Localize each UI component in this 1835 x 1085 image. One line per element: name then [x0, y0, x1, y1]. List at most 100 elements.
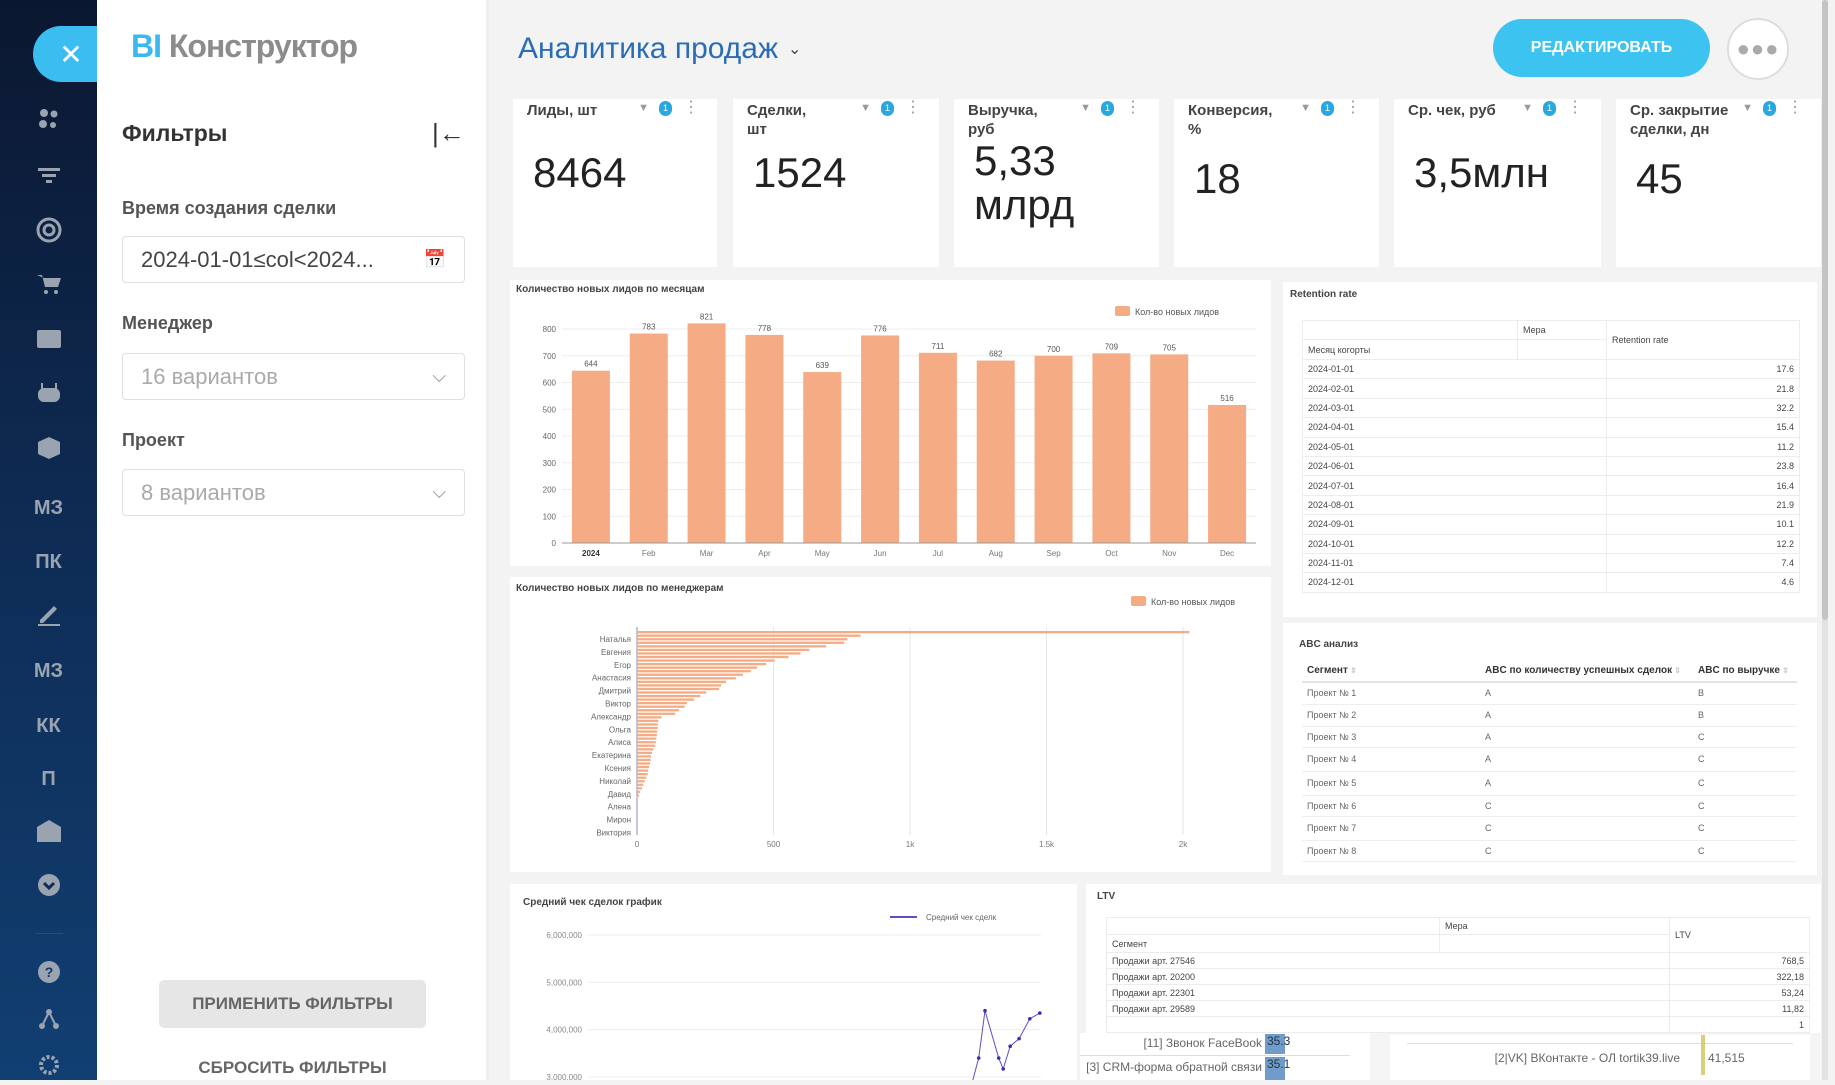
sidebar-item-15[interactable]: ?: [0, 958, 97, 992]
manager-select[interactable]: 16 вариантов⌵: [122, 353, 465, 400]
bar[interactable]: [637, 663, 766, 665]
bar[interactable]: [688, 323, 726, 543]
sidebar-item-11[interactable]: КК: [0, 709, 97, 743]
bar[interactable]: [637, 652, 801, 654]
bar[interactable]: [637, 635, 861, 637]
bar[interactable]: [637, 716, 662, 718]
bar[interactable]: [637, 631, 1189, 633]
bar[interactable]: [637, 741, 656, 743]
bar[interactable]: [572, 371, 610, 543]
bar[interactable]: [637, 784, 643, 786]
segment-header[interactable]: Сегмент: [1107, 935, 1440, 953]
filter-icon[interactable]: ▼: [1300, 102, 1311, 114]
bar[interactable]: [630, 334, 668, 543]
sidebar-item-12[interactable]: П: [0, 762, 97, 796]
kebab-menu-icon[interactable]: ⋮: [1345, 99, 1361, 117]
kebab-menu-icon[interactable]: ⋮: [905, 99, 921, 117]
data-point[interactable]: [983, 1009, 987, 1013]
bar[interactable]: [637, 706, 685, 708]
legend-label[interactable]: Средний чек сделк: [926, 913, 997, 922]
bar[interactable]: [861, 335, 899, 543]
sort-icon[interactable]: ⇕: [1348, 666, 1357, 675]
filter-icon[interactable]: ▼: [638, 102, 649, 114]
bar[interactable]: [637, 766, 649, 768]
bar[interactable]: [637, 638, 847, 640]
reset-filters-button[interactable]: СБРОСИТЬ ФИЛЬТРЫ: [159, 1058, 426, 1078]
bar[interactable]: [637, 656, 789, 658]
filter-icon[interactable]: ▼: [1080, 102, 1091, 114]
bar[interactable]: [637, 645, 826, 647]
bar[interactable]: [637, 691, 706, 693]
bar[interactable]: [637, 773, 648, 775]
bar[interactable]: [1150, 354, 1188, 543]
bar[interactable]: [637, 684, 721, 686]
bar[interactable]: [637, 659, 775, 661]
bar[interactable]: [1035, 356, 1073, 543]
sidebar-item-14[interactable]: [0, 871, 97, 905]
bar[interactable]: [637, 780, 645, 782]
filter-icon[interactable]: ▼: [860, 102, 871, 114]
project-select[interactable]: 8 вариантов⌵: [122, 469, 465, 516]
kebab-menu-icon[interactable]: ⋮: [1787, 99, 1803, 117]
data-point[interactable]: [997, 1056, 1001, 1060]
bar[interactable]: [637, 642, 844, 644]
bar[interactable]: [637, 759, 651, 761]
bar[interactable]: [977, 361, 1015, 543]
close-button[interactable]: ✕: [33, 26, 103, 82]
data-point[interactable]: [1008, 1044, 1012, 1048]
bar[interactable]: [637, 752, 652, 754]
bar[interactable]: [637, 649, 809, 651]
bar[interactable]: [637, 794, 639, 796]
sidebar-item-2[interactable]: [0, 216, 97, 250]
sidebar-item-13[interactable]: [0, 817, 97, 851]
bar[interactable]: [637, 720, 658, 722]
sidebar-item-3[interactable]: [0, 270, 97, 304]
sidebar-item-8[interactable]: ПК: [0, 545, 97, 579]
sidebar-item-9[interactable]: [0, 600, 97, 634]
column-header[interactable]: ABC по выручке ⇕: [1693, 660, 1797, 682]
sidebar-item-1[interactable]: [0, 162, 97, 196]
bar[interactable]: [637, 730, 657, 732]
sidebar-item-10[interactable]: МЗ: [0, 654, 97, 688]
filter-icon[interactable]: ▼: [1522, 102, 1533, 114]
sort-icon[interactable]: ⇕: [1780, 666, 1789, 675]
sort-icon[interactable]: ⇕: [1672, 666, 1681, 675]
cohort-month-header[interactable]: Месяц когорты: [1303, 340, 1518, 360]
bar[interactable]: [637, 738, 656, 740]
data-point[interactable]: [1038, 1011, 1042, 1015]
bar[interactable]: [637, 688, 719, 690]
edit-button[interactable]: РЕДАКТИРОВАТЬ: [1493, 19, 1710, 77]
legend-label[interactable]: Кол-во новых лидов: [1135, 307, 1219, 317]
bar[interactable]: [637, 698, 694, 700]
bar[interactable]: [637, 702, 687, 704]
calendar-icon[interactable]: 📅: [424, 249, 446, 270]
dashboard-title-dropdown[interactable]: Аналитика продаж⌄: [518, 32, 801, 66]
kebab-menu-icon[interactable]: ⋮: [683, 99, 699, 117]
sidebar-item-7[interactable]: МЗ: [0, 491, 97, 525]
sidebar-item-4[interactable]: [0, 325, 97, 359]
bar[interactable]: [637, 787, 642, 789]
sidebar-item-0[interactable]: [0, 105, 97, 139]
bar[interactable]: [637, 677, 736, 679]
bar[interactable]: [637, 755, 651, 757]
bar[interactable]: [637, 762, 650, 764]
column-header[interactable]: ABC по количеству успешных сделок ⇕: [1480, 660, 1693, 682]
kebab-menu-icon[interactable]: ⋮: [1125, 99, 1141, 117]
sidebar-item-6[interactable]: [0, 434, 97, 468]
bar[interactable]: [637, 670, 751, 672]
bar[interactable]: [637, 667, 757, 669]
legend-label[interactable]: Кол-во новых лидов: [1151, 597, 1235, 607]
bar[interactable]: [803, 372, 841, 543]
bar[interactable]: [637, 674, 743, 676]
retention-rate-header[interactable]: Retention rate: [1607, 321, 1800, 360]
filter-icon[interactable]: ▼: [1742, 102, 1753, 114]
bar[interactable]: [637, 791, 640, 793]
data-point[interactable]: [1028, 1017, 1032, 1021]
apply-filters-button[interactable]: ПРИМЕНИТЬ ФИЛЬТРЫ: [159, 980, 426, 1028]
data-point[interactable]: [977, 1056, 981, 1060]
bar[interactable]: [637, 727, 658, 729]
bar[interactable]: [637, 709, 679, 711]
bar[interactable]: [637, 769, 648, 771]
data-point[interactable]: [1001, 1067, 1005, 1071]
bar[interactable]: [637, 745, 655, 747]
